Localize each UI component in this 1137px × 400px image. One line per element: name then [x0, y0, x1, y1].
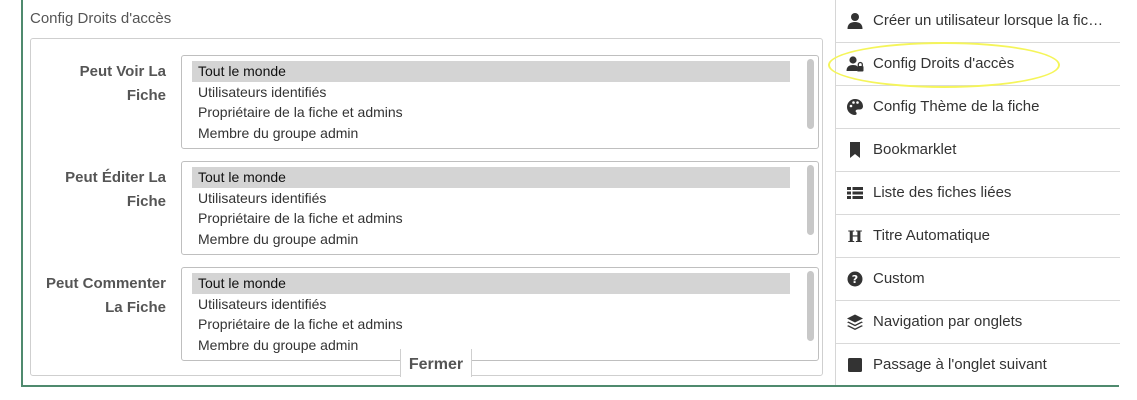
menu-item-custom[interactable]: ? Custom: [836, 258, 1120, 301]
user-icon: [847, 13, 863, 29]
option-tout-le-monde[interactable]: Tout le monde: [192, 167, 790, 188]
access-fieldset: Peut Voir La Fiche Tout le monde Utilisa…: [30, 38, 823, 377]
comment-permission-select[interactable]: Tout le monde Utilisateurs identifiés Pr…: [181, 267, 819, 361]
square-icon: [848, 358, 862, 372]
scrollbar-thumb[interactable]: [807, 59, 814, 129]
option-groupe-admin[interactable]: Membre du groupe admin: [192, 123, 790, 144]
menu-item-auto-title[interactable]: H Titre Automatique: [836, 215, 1120, 258]
scrollbar[interactable]: [807, 59, 815, 145]
view-permission-select[interactable]: Tout le monde Utilisateurs identifiés Pr…: [181, 55, 819, 149]
menu-item-bookmarklet[interactable]: Bookmarklet: [836, 129, 1120, 172]
menu-item-access-config[interactable]: Config Droits d'accès: [836, 43, 1120, 86]
layers-icon: [847, 314, 863, 330]
bookmark-icon: [850, 142, 860, 158]
palette-icon: [847, 99, 863, 115]
edit-permission-select[interactable]: Tout le monde Utilisateurs identifiés Pr…: [181, 161, 819, 255]
side-menu: Créer un utilisateur lorsque la fic… Con…: [835, 0, 1120, 385]
option-proprietaire-admins[interactable]: Propriétaire de la fiche et admins: [192, 208, 790, 229]
scrollbar[interactable]: [807, 165, 815, 251]
panel-title: Config Droits d'accès: [30, 10, 172, 27]
scrollbar-thumb[interactable]: [807, 165, 814, 235]
scrollbar[interactable]: [807, 271, 815, 357]
menu-item-next-tab[interactable]: Passage à l'onglet suivant: [836, 344, 1120, 387]
user-lock-icon: [846, 56, 864, 72]
option-groupe-admin[interactable]: Membre du groupe admin: [192, 229, 790, 250]
svg-text:?: ?: [852, 273, 858, 286]
menu-item-create-user[interactable]: Créer un utilisateur lorsque la fic…: [836, 0, 1120, 43]
modal-frame: Config Droits d'accès Peut Voir La Fiche…: [21, 0, 1120, 387]
menu-item-theme-config[interactable]: Config Thème de la fiche: [836, 86, 1120, 129]
option-tout-le-monde[interactable]: Tout le monde: [192, 273, 790, 294]
field-edit-label: Peut Éditer La Fiche: [65, 169, 166, 210]
option-tout-le-monde[interactable]: Tout le monde: [192, 61, 790, 82]
close-button[interactable]: Fermer: [400, 349, 472, 377]
option-proprietaire-admins[interactable]: Propriétaire de la fiche et admins: [192, 314, 790, 335]
list-icon: [847, 187, 863, 199]
option-proprietaire-admins[interactable]: Propriétaire de la fiche et admins: [192, 102, 790, 123]
option-utilisateurs-identifies[interactable]: Utilisateurs identifiés: [192, 82, 790, 103]
menu-item-tab-navigation[interactable]: Navigation par onglets: [836, 301, 1120, 344]
option-utilisateurs-identifies[interactable]: Utilisateurs identifiés: [192, 294, 790, 315]
field-comment-label: Peut Commenter La Fiche: [45, 275, 166, 316]
svg-text:H: H: [847, 227, 862, 245]
heading-icon: H: [847, 227, 862, 245]
question-circle-icon: ?: [847, 271, 863, 287]
access-config-panel: Config Droits d'accès Peut Voir La Fiche…: [23, 0, 835, 385]
option-groupe-admin[interactable]: Membre du groupe admin: [192, 335, 790, 356]
field-view-label: Peut Voir La Fiche: [79, 63, 166, 104]
option-utilisateurs-identifies[interactable]: Utilisateurs identifiés: [192, 188, 790, 209]
scrollbar-thumb[interactable]: [807, 271, 814, 341]
menu-item-linked-records[interactable]: Liste des fiches liées: [836, 172, 1120, 215]
